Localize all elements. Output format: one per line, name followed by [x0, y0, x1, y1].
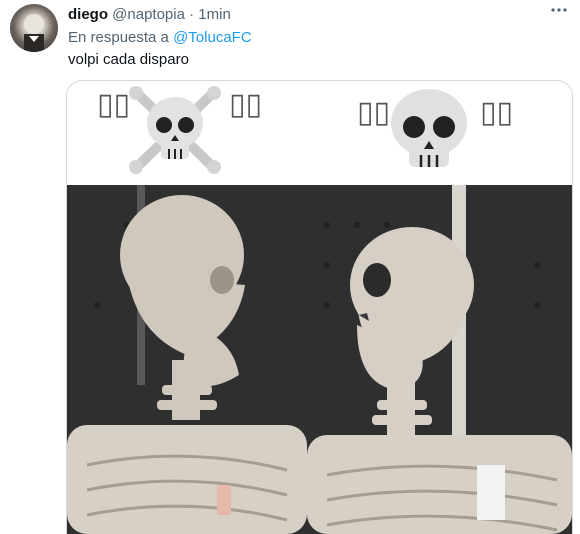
caption-glyph-right2: ▯▯ — [480, 95, 514, 130]
timestamp[interactable]: 1min — [198, 6, 231, 23]
caption-glyph-left: ▯▯ — [97, 87, 131, 122]
caption-glyph-left2: ▯▯ — [229, 87, 263, 122]
skull-icon — [391, 89, 467, 167]
separator: · — [189, 6, 195, 23]
user-handle[interactable]: @naptopia — [112, 6, 185, 23]
tweet-media[interactable]: ▯▯ ▯▯ ▯▯ ▯▯ — [66, 80, 573, 534]
more-horizontal-icon[interactable] — [550, 1, 568, 24]
tweet-text: volpi cada disparo — [68, 51, 189, 68]
reply-to-link[interactable]: @TolucaFC — [173, 29, 252, 46]
caption-glyph-right: ▯▯ — [357, 95, 391, 130]
reply-context: En respuesta a @TolucaFC — [68, 29, 252, 46]
avatar-image — [24, 14, 44, 52]
display-name[interactable]: diego — [68, 6, 108, 23]
skull-and-crossbones-icon — [129, 86, 221, 174]
avatar[interactable] — [10, 4, 58, 52]
reply-prefix: En respuesta a — [68, 29, 169, 46]
meme-caption: ▯▯ ▯▯ ▯▯ ▯▯ — [67, 81, 572, 185]
tweet-header: diego @naptopia · 1min — [68, 6, 231, 23]
skeletons-photo — [67, 185, 572, 534]
